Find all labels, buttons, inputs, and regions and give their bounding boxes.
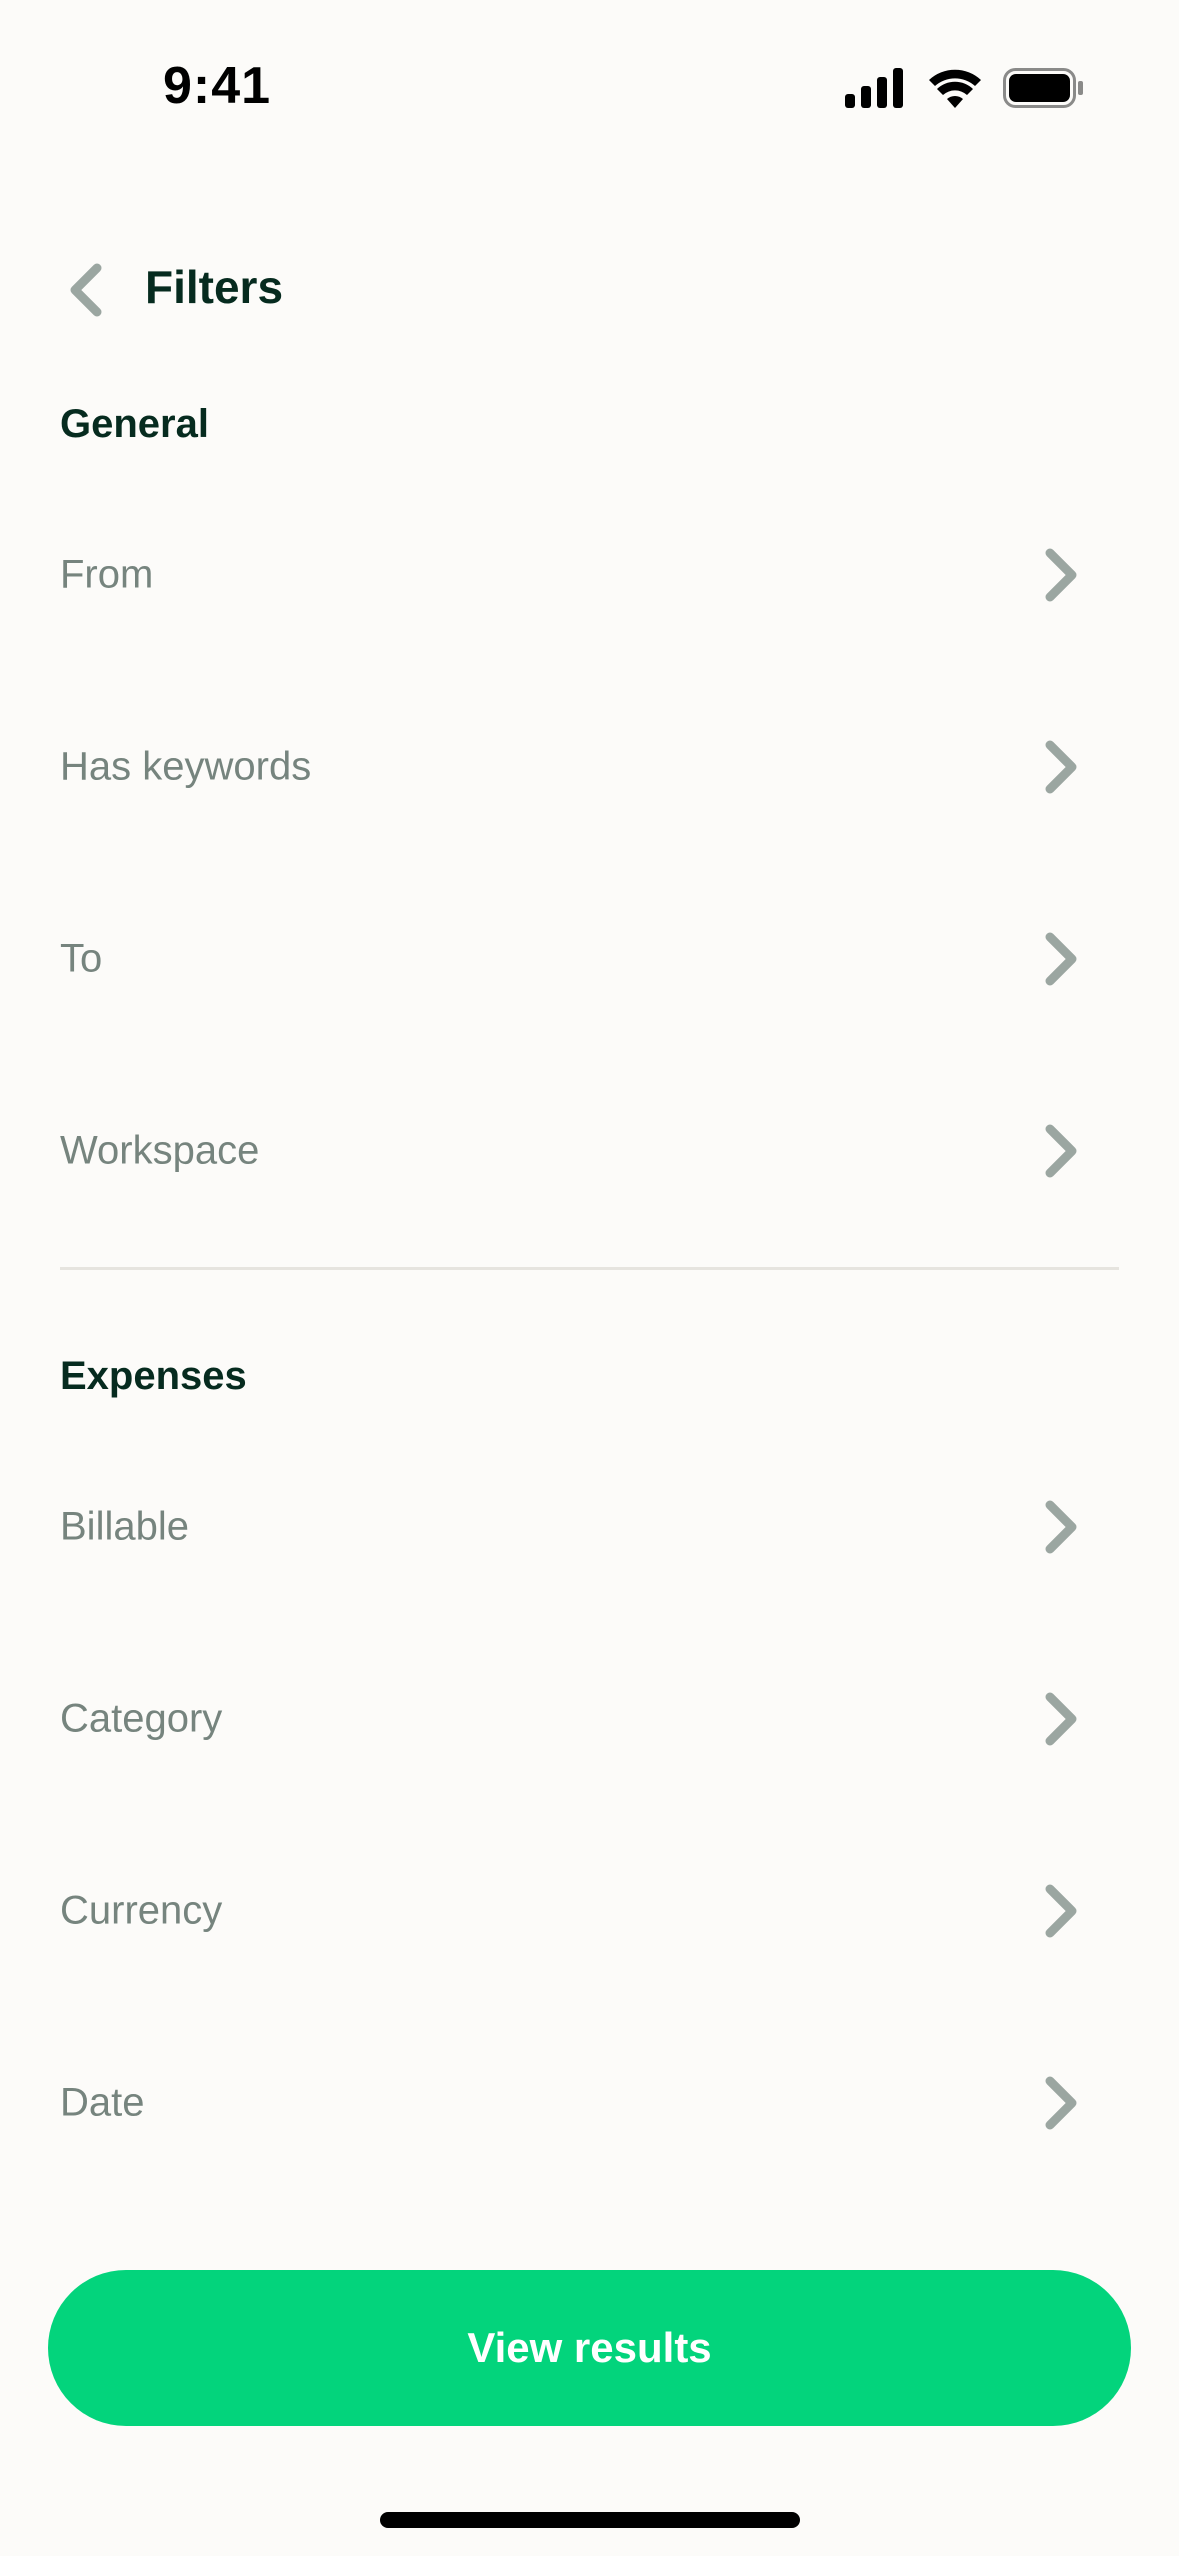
- cellular-signal-icon: [845, 68, 903, 108]
- battery-icon: [1003, 68, 1083, 108]
- chevron-right-icon: [1045, 1692, 1077, 1746]
- status-icons: [845, 66, 1085, 110]
- status-bar: 9:41: [0, 0, 1179, 160]
- filter-row-label: To: [60, 936, 103, 981]
- back-button[interactable]: [50, 255, 120, 325]
- chevron-left-icon: [70, 263, 102, 317]
- filter-row-label: Date: [60, 2080, 145, 2125]
- filter-row-has-keywords[interactable]: Has keywords: [0, 671, 1179, 863]
- chevron-right-icon: [1045, 2076, 1077, 2130]
- section-title-general: General: [60, 402, 209, 446]
- filter-row-date[interactable]: Date: [0, 2007, 1179, 2199]
- filter-row-billable[interactable]: Billable: [0, 1431, 1179, 1623]
- filter-row-label: Billable: [60, 1504, 189, 1549]
- view-results-button[interactable]: View results: [48, 2270, 1131, 2426]
- filter-row-label: Currency: [60, 1888, 223, 1933]
- filter-row-label: Workspace: [60, 1128, 260, 1173]
- chevron-right-icon: [1045, 1124, 1077, 1178]
- chevron-right-icon: [1045, 740, 1077, 794]
- filter-row-category[interactable]: Category: [0, 1623, 1179, 1815]
- header: Filters: [0, 240, 1179, 340]
- chevron-right-icon: [1045, 1500, 1077, 1554]
- filter-row-to[interactable]: To: [0, 863, 1179, 1055]
- status-time: 9:41: [163, 57, 272, 115]
- filter-row-label: Has keywords: [60, 744, 312, 789]
- section-title-expenses: Expenses: [60, 1354, 247, 1398]
- status-icons-svg: [845, 68, 1083, 108]
- chevron-right-icon: [1045, 1884, 1077, 1938]
- home-indicator[interactable]: [380, 2512, 800, 2528]
- chevron-right-icon: [1045, 932, 1077, 986]
- filter-row-workspace[interactable]: Workspace: [0, 1055, 1179, 1247]
- filter-row-from[interactable]: From: [0, 479, 1179, 671]
- filter-row-label: Category: [60, 1696, 223, 1741]
- section-divider: [60, 1267, 1119, 1270]
- filter-row-label: From: [60, 552, 154, 597]
- filter-row-currency[interactable]: Currency: [0, 1815, 1179, 2007]
- wifi-icon: [929, 69, 981, 108]
- page-title: Filters: [145, 261, 284, 313]
- chevron-right-icon: [1045, 548, 1077, 602]
